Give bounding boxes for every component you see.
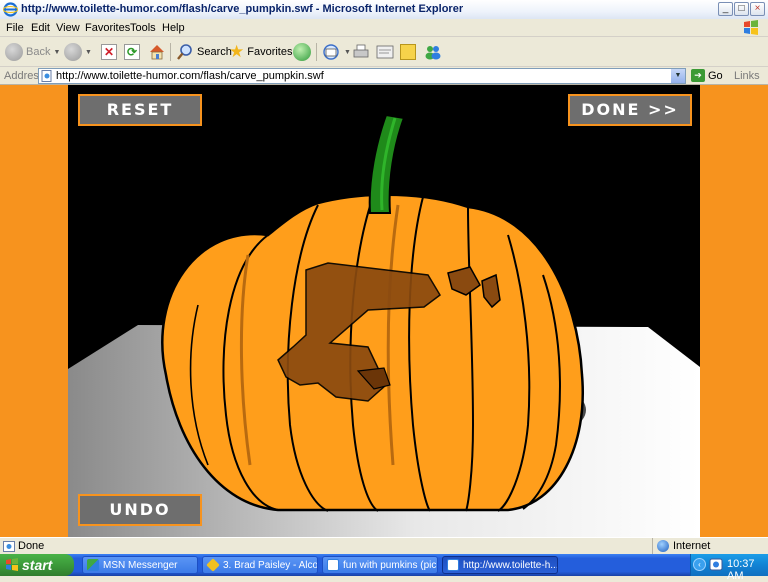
links-button[interactable]: Links	[734, 70, 760, 82]
menu-view[interactable]: View	[56, 22, 80, 34]
done-button[interactable]: DONE >>	[568, 94, 692, 126]
toolbar: Back ▼ ▼ ✕ ⟳ Search ★ Favorites ▼	[0, 37, 768, 67]
address-input[interactable]: http://www.toilette-humor.com/flash/carv…	[38, 68, 686, 84]
clock: 10:37 AM	[727, 558, 755, 582]
menu-bar: File Edit View Favorites Tools Help	[0, 19, 768, 37]
history-button[interactable]	[293, 42, 311, 62]
forward-button[interactable]: ▼	[64, 42, 92, 62]
windows-logo-icon	[744, 20, 758, 35]
zone-label: Internet	[673, 540, 711, 552]
edit-button[interactable]	[375, 42, 395, 62]
task-label: 3. Brad Paisley - Alco...	[223, 559, 318, 571]
taskbar-item-msn[interactable]: MSN Messenger	[82, 556, 198, 574]
discuss-button[interactable]	[400, 42, 416, 62]
tray-app-icon[interactable]	[709, 558, 723, 571]
status-text: Done	[18, 540, 45, 552]
favorites-button[interactable]: ★ Favorites	[229, 42, 293, 62]
start-label: start	[22, 557, 53, 573]
refresh-icon: ⟳	[124, 44, 140, 60]
mail-button[interactable]: ▼	[321, 42, 351, 62]
address-url[interactable]: http://www.toilette-humor.com/flash/carv…	[56, 70, 324, 82]
go-label: Go	[708, 69, 723, 82]
maximize-button[interactable]: □	[734, 2, 749, 16]
task-label: http://www.toilette-h...	[463, 559, 558, 571]
go-button[interactable]: ➔ Go	[691, 69, 723, 82]
home-icon	[150, 45, 164, 60]
history-icon	[293, 43, 311, 61]
favorites-label: Favorites	[247, 46, 293, 58]
page-done-icon	[3, 541, 15, 552]
ie-page-icon	[327, 559, 339, 571]
forward-arrow-icon	[64, 43, 82, 61]
title-bar: http://www.toilette-humor.com/flash/carv…	[0, 0, 768, 19]
flash-stage[interactable]: RESET DONE >> UNDO	[68, 85, 700, 537]
ie-logo-icon	[3, 2, 18, 17]
search-label: Search	[197, 46, 232, 58]
address-bar: Address http://www.toilette-humor.com/fl…	[0, 67, 768, 85]
window-title: http://www.toilette-humor.com/flash/carv…	[21, 3, 464, 15]
msn-icon	[87, 559, 99, 571]
undo-button[interactable]: UNDO	[78, 494, 202, 526]
page-content: RESET DONE >> UNDO	[0, 85, 768, 537]
close-button[interactable]: ×	[750, 2, 765, 16]
stop-button[interactable]: ✕	[101, 42, 117, 62]
mail-icon	[323, 44, 339, 60]
stop-icon: ✕	[101, 44, 117, 60]
menu-help[interactable]: Help	[162, 22, 185, 34]
page-icon	[41, 70, 52, 82]
system-tray: ‹ 10:37 AM	[690, 554, 768, 582]
menu-edit[interactable]: Edit	[31, 22, 50, 34]
toolbar-separator	[170, 43, 171, 61]
address-dropdown-icon[interactable]: ▼	[671, 69, 685, 83]
reset-button[interactable]: RESET	[78, 94, 202, 126]
menu-favorites[interactable]: Favorites	[85, 22, 130, 34]
ie-page-icon	[447, 559, 459, 571]
pumpkin	[161, 193, 584, 512]
messenger-button[interactable]	[423, 42, 443, 62]
task-label: fun with pumkins (pic...	[343, 559, 438, 571]
start-button[interactable]: start	[0, 554, 74, 576]
minimize-button[interactable]: _	[718, 2, 733, 16]
home-button[interactable]	[148, 42, 166, 62]
pumpkin-scene[interactable]	[68, 85, 700, 537]
taskbar: start MSN Messenger 3. Brad Paisley - Al…	[0, 554, 768, 582]
windows-flag-icon	[6, 558, 18, 571]
status-bar: Done Internet	[0, 537, 768, 554]
chevron-down-icon: ▼	[344, 48, 351, 56]
taskbar-item-toilette[interactable]: http://www.toilette-h...	[442, 556, 558, 574]
messenger-icon	[425, 46, 441, 60]
show-hidden-icons-button[interactable]: ‹	[693, 558, 706, 571]
menu-tools[interactable]: Tools	[130, 22, 156, 34]
go-arrow-icon: ➔	[691, 69, 705, 82]
chevron-down-icon: ▼	[53, 48, 61, 56]
menu-file[interactable]: File	[6, 22, 24, 34]
toolbar-separator	[316, 43, 317, 61]
note-icon	[400, 44, 416, 60]
search-icon	[177, 44, 192, 60]
refresh-button[interactable]: ⟳	[124, 42, 140, 62]
security-zone: Internet	[652, 538, 768, 554]
internet-globe-icon	[657, 540, 669, 552]
back-button[interactable]: Back ▼	[5, 42, 60, 62]
taskbar-item-pumkins[interactable]: fun with pumkins (pic...	[322, 556, 438, 574]
search-button[interactable]: Search	[176, 42, 232, 62]
back-arrow-icon	[5, 43, 23, 61]
taskbar-item-winamp[interactable]: 3. Brad Paisley - Alco...	[202, 556, 318, 574]
favorites-star-icon: ★	[229, 42, 245, 61]
back-label: Back	[26, 46, 51, 58]
print-icon	[353, 44, 369, 58]
edit-page-icon	[376, 45, 394, 59]
print-button[interactable]	[352, 42, 370, 62]
chevron-down-icon: ▼	[85, 48, 92, 56]
winamp-icon	[206, 558, 220, 572]
task-label: MSN Messenger	[103, 559, 178, 571]
